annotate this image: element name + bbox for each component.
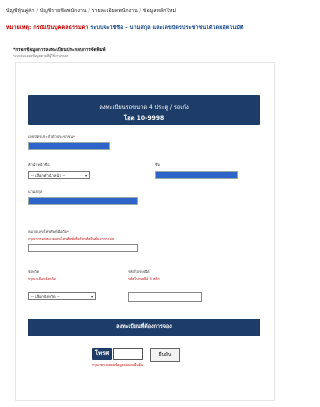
booking-input[interactable] <box>113 348 143 360</box>
province-label: จังหวัด <box>28 269 40 274</box>
notice-part1: กรณีเป็นบุคคลธรรมดา <box>33 25 91 31</box>
vehicle-header: ลงทะเบียนรถขนาด 4 ประตู / รถเก๋ง โฮต 10-… <box>28 95 260 125</box>
province-warning: กรุณาเลือกจังหวัด <box>28 277 56 281</box>
province-select[interactable]: -- เลือกจังหวัด -- ▾ <box>28 292 96 300</box>
name-label: ชื่อ <box>155 162 160 167</box>
prefix-select-value: -- เลือกคำนำหน้า -- <box>31 173 66 178</box>
idcard-input[interactable] <box>28 142 110 150</box>
breadcrumb-item[interactable]: ข้อมูลหลักใหม่ <box>143 8 176 14</box>
phone-input[interactable] <box>28 244 138 252</box>
breadcrumb-item[interactable]: รายละเอียดพนักงาน <box>92 8 138 14</box>
booking-warning: กรุณาตรวจสอบข้อมูลก่อนกดยืนยัน <box>92 363 144 367</box>
confirm-button[interactable]: ยืนยัน <box>150 348 180 362</box>
name-input[interactable] <box>155 171 238 179</box>
notice-part2: ระบบจะใช้ชื่อ - นามสกุล และเลขบัตรประชาช… <box>90 25 244 31</box>
registration-card: ลงทะเบียนรถขนาด 4 ประตู / รถเก๋ง โฮต 10-… <box>15 62 275 401</box>
chevron-down-icon: ▾ <box>85 173 87 178</box>
booking-prefix: โทรศ <box>92 348 112 360</box>
breadcrumb-item[interactable]: บัญชีหุ้นคู่ค้า <box>6 8 35 14</box>
vehicle-plate: โฮต 10-9998 <box>123 115 165 122</box>
phone-label: หมายเลขโทรศัพท์มือถือ* <box>28 229 69 234</box>
breadcrumb-separator: / <box>36 8 39 14</box>
prefix-select[interactable]: -- เลือกคำนำหน้า -- ▾ <box>28 171 90 179</box>
booking-band: ลงทะเบียนที่ต้องการจอง <box>28 319 260 336</box>
notice-keyword: หมายเหตุ: <box>6 25 32 31</box>
breadcrumb-separator: / <box>88 8 90 14</box>
idcard-label: เลขบัตรประจำตัวประชาชน* <box>28 134 75 139</box>
phone-warning: กรุณากรอกหมายเลขโทรศัพท์เพื่อรับรหัสยืนย… <box>28 237 115 241</box>
vehicle-type: ลงทะเบียนรถขนาด 4 ประตู / รถเก๋ง <box>99 105 189 111</box>
section-note: ระบบจะแสดงข้อมูลตามที่ผู้ใช้งานกรอก <box>13 54 69 58</box>
surname-input[interactable] <box>28 197 138 205</box>
postcode-input[interactable] <box>128 292 202 302</box>
breadcrumb: บัญชีหุ้นคู่ค้า / บัญชีรายชื่อพนักงาน / … <box>6 8 314 15</box>
surname-label: นามสกุล <box>28 189 43 194</box>
prefix-label: คำนำหน้าชื่อ <box>28 162 50 167</box>
notice-text: หมายเหตุ: กรณีเป็นบุคคลธรรมดา ระบบจะใช้ช… <box>6 25 314 32</box>
chevron-down-icon: ▾ <box>91 294 93 299</box>
breadcrumb-item[interactable]: บัญชีรายชื่อพนักงาน <box>40 8 87 14</box>
province-select-value: -- เลือกจังหวัด -- <box>31 294 60 299</box>
breadcrumb-separator: / <box>139 8 142 14</box>
section-title: *กรอกข้อมูลการลงทะเบียนประกอบการจัดพิมพ์ <box>13 48 106 53</box>
postcode-label: รหัสไปรษณีย์ <box>128 269 150 274</box>
postcode-warning: รหัสไปรษณีย์ 5 หลัก <box>128 277 160 281</box>
